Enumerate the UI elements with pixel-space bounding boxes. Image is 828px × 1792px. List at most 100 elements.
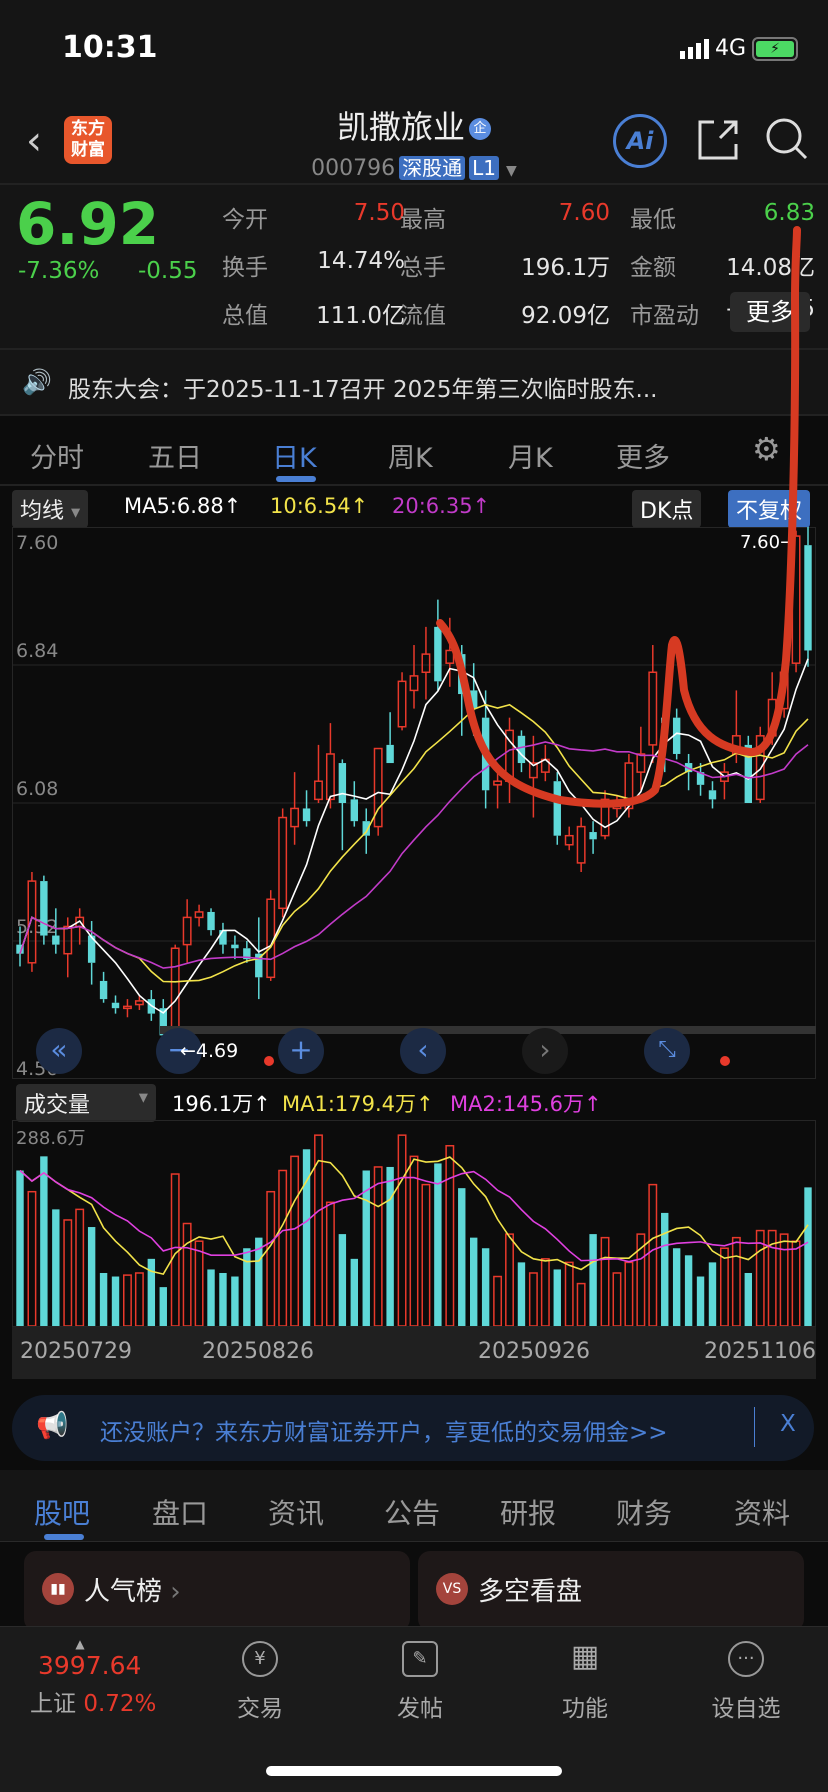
candle <box>493 780 503 786</box>
ranking-icon: ▮▮ <box>42 1573 74 1605</box>
y-tick-label: 6.84 <box>16 640 58 662</box>
candle <box>458 654 466 695</box>
event-dot[interactable] <box>720 1056 730 1066</box>
candle <box>266 898 276 979</box>
tab-finance[interactable]: 财务 <box>616 1492 672 1532</box>
candle <box>791 535 801 664</box>
candle <box>648 671 658 746</box>
candle <box>804 545 812 651</box>
tab-profile[interactable]: 资料 <box>734 1492 790 1532</box>
close-icon[interactable]: X <box>780 1411 796 1437</box>
candle <box>207 911 215 931</box>
date-axis: 20250729 20250826 20250926 20251106 <box>12 1327 816 1379</box>
candle <box>255 953 263 978</box>
fullscreen-icon[interactable]: ⤡ <box>644 1028 690 1074</box>
candle <box>170 947 180 1037</box>
tab-announcements[interactable]: 公告 <box>384 1492 440 1532</box>
left-icon[interactable]: ‹ <box>400 1028 446 1074</box>
candle <box>553 781 561 836</box>
candle <box>589 832 597 840</box>
open-account-banner[interactable]: 📢 还没账户？来东方财富证券开户，享更低的交易佣金>> X <box>12 1395 814 1461</box>
candle <box>731 735 741 755</box>
candle <box>325 753 335 801</box>
banner-text: 还没账户？来东方财富证券开户，享更低的交易佣金>> <box>100 1420 668 1446</box>
tab-research[interactable]: 研报 <box>500 1492 556 1532</box>
candle <box>314 780 323 801</box>
ma20-line <box>19 741 809 969</box>
candle <box>409 675 419 692</box>
candle <box>421 653 431 674</box>
candle <box>134 1000 144 1006</box>
candle <box>612 802 622 810</box>
right-icon[interactable]: › <box>522 1028 568 1074</box>
index-pct: 0.72% <box>83 1691 157 1717</box>
home-indicator[interactable] <box>266 1766 562 1776</box>
candle <box>52 935 60 945</box>
trade-icon: ¥ <box>242 1641 278 1677</box>
tab-pankou[interactable]: 盘口 <box>152 1492 208 1532</box>
volume-current: 196.1万↑ <box>172 1092 271 1116</box>
y-tick-label: 6.08 <box>16 778 58 800</box>
y-tick-label: 7.60 <box>16 532 58 554</box>
candle <box>123 1005 132 1010</box>
candle <box>40 881 48 936</box>
volume-ma1: MA1:179.4万↑ <box>282 1092 434 1116</box>
date-label: 20250926 <box>478 1339 590 1364</box>
event-dot[interactable] <box>264 1056 274 1066</box>
candle <box>576 825 586 864</box>
candle <box>636 753 646 773</box>
candle <box>779 671 789 710</box>
candle <box>219 930 227 945</box>
nav-add-watchlist[interactable]: ··· 设自选 <box>686 1641 806 1723</box>
candle <box>661 717 669 724</box>
tab-guba[interactable]: 股吧 <box>34 1492 90 1532</box>
content-tabs: 股吧 盘口 资讯 公告 研报 财务 资料 <box>0 1470 828 1542</box>
volume-chart[interactable] <box>12 1120 816 1327</box>
divider <box>754 1407 755 1447</box>
candle <box>386 744 394 764</box>
tab-news[interactable]: 资讯 <box>268 1492 324 1532</box>
candle <box>517 735 526 764</box>
index-name: 上证 <box>30 1691 76 1717</box>
volume-legend: 成交量 ▾ 196.1万↑ MA1:179.4万↑ MA2:145.6万↑ <box>0 1084 828 1122</box>
candle <box>600 798 610 837</box>
candle <box>469 690 478 709</box>
candle <box>290 807 300 828</box>
active-tab-indicator <box>44 1534 84 1540</box>
candle <box>99 980 108 1000</box>
zoom-in-icon[interactable]: + <box>278 1028 324 1074</box>
candle <box>63 925 73 955</box>
candle <box>481 717 490 791</box>
megaphone-icon: 📢 <box>36 1411 69 1441</box>
ma10-line <box>19 703 809 983</box>
candle <box>767 698 777 737</box>
nav-trade[interactable]: ¥ 交易 <box>200 1641 320 1723</box>
candle <box>434 626 442 682</box>
candle <box>111 1002 120 1009</box>
candle <box>302 808 311 822</box>
candle <box>564 834 574 846</box>
chart-scrollbar[interactable] <box>160 1026 816 1034</box>
functions-icon: ▦ <box>570 1639 600 1674</box>
volume-ma2: MA2:145.6万↑ <box>450 1092 602 1116</box>
candle <box>194 911 204 919</box>
nav-post[interactable]: ✎ 发帖 <box>360 1641 480 1723</box>
max-price-label: 7.60→ <box>740 532 795 553</box>
volume-selector[interactable]: 成交量 ▾ <box>16 1084 156 1122</box>
candle <box>350 799 359 822</box>
candle <box>397 680 407 728</box>
bull-bear-card[interactable]: VS 多空看盘 <box>418 1551 804 1631</box>
more-icon: ··· <box>728 1641 764 1677</box>
candle <box>624 762 634 810</box>
date-label: 20250729 <box>20 1339 132 1364</box>
candle <box>231 944 239 949</box>
nav-functions[interactable]: ▦ 功能 <box>525 1641 645 1723</box>
candle <box>338 763 347 803</box>
popularity-card[interactable]: ▮▮ 人气榜 › <box>24 1551 410 1631</box>
date-label: 20250826 <box>202 1339 314 1364</box>
min-price-label: ←4.69 <box>180 1040 239 1062</box>
double-left-icon[interactable]: « <box>36 1028 82 1074</box>
candle <box>708 790 717 800</box>
candle <box>278 816 288 910</box>
index-ticker[interactable]: ▲ 3997.64 上证 0.72% <box>30 1637 170 1718</box>
